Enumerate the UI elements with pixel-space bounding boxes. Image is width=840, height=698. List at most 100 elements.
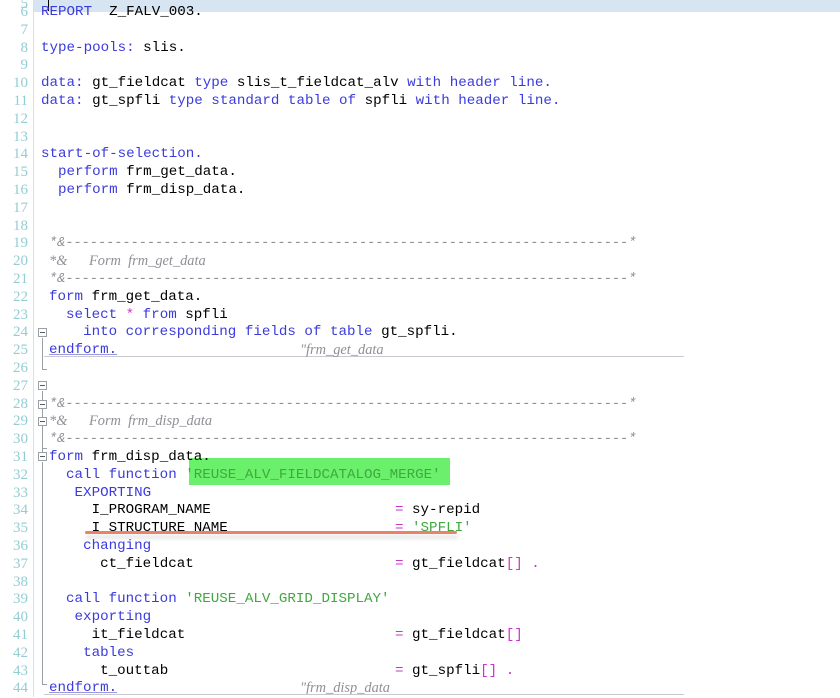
line-number: 44 — [13, 680, 28, 697]
code-line[interactable]: endform. — [49, 342, 117, 360]
identifier-token: t_outtab — [100, 662, 169, 679]
line-number: 33 — [13, 484, 28, 501]
line-number: 15 — [13, 164, 28, 181]
line-number: 11 — [13, 93, 28, 109]
keyword-token: from — [142, 306, 177, 323]
fold-toggle-icon[interactable] — [38, 417, 47, 426]
identifier-token: frm_disp_data. — [91, 449, 211, 465]
identifier-token: frm_get_data. — [126, 164, 237, 181]
assignment: = gt_fieldcat[] . — [395, 556, 540, 574]
identifier-token: it_fieldcat — [91, 627, 186, 643]
code-line-comment[interactable]: *&--------------------------------------… — [49, 235, 636, 253]
fold-toggle-icon[interactable] — [38, 399, 47, 409]
line-number: 38 — [13, 573, 28, 590]
code-line[interactable]: I_PROGRAM_NAME — [49, 502, 211, 520]
line-number: 31 — [13, 449, 28, 465]
keyword-token: exporting — [74, 609, 152, 626]
line-number: 18 — [13, 217, 28, 234]
identifier-token: frm_get_data. — [91, 288, 203, 305]
identifier-token: gt_fieldcat — [92, 75, 186, 92]
code-line[interactable]: endform. — [49, 680, 117, 698]
code-line[interactable]: it_fieldcat — [49, 627, 186, 645]
identifier-token: gt_spfli — [92, 93, 161, 109]
line-number: 29 — [13, 413, 28, 430]
string-token: 'REUSE_ALV_GRID_DISPLAY' — [185, 591, 390, 608]
line-number: 9 — [20, 57, 29, 74]
identifier-token: gt_spfli. — [381, 324, 458, 341]
identifier-token: ct_fieldcat — [100, 555, 194, 572]
code-line[interactable]: type-pools: slis. — [41, 40, 186, 58]
code-line[interactable]: data: gt_spfli type standard table of sp… — [41, 93, 560, 111]
line-number: 30 — [13, 431, 28, 448]
operator-token: = — [395, 502, 404, 519]
code-line[interactable]: ct_fieldcat — [49, 556, 194, 574]
line-number: 17 — [13, 199, 28, 216]
code-line-comment[interactable]: *& Form frm_disp_data — [49, 413, 212, 431]
code-line[interactable]: exporting — [49, 609, 152, 627]
code-line[interactable]: start-of-selection. — [41, 146, 203, 164]
code-line[interactable]: EXPORTING — [49, 484, 152, 503]
code-line[interactable]: changing — [49, 538, 151, 556]
code-line[interactable]: perform frm_get_data. — [41, 164, 237, 182]
code-line[interactable]: call function 'REUSE_ALV_FIELDCATALOG_ME… — [49, 467, 441, 485]
bracket-token: [] — [505, 627, 523, 643]
identifier-token: frm_disp_data. — [126, 182, 246, 198]
fold-toggle-icon[interactable] — [38, 328, 47, 337]
assignment: = gt_spfli[] . — [395, 663, 514, 681]
code-line[interactable]: select * from spfli — [49, 307, 228, 325]
code-line[interactable]: form frm_disp_data. — [49, 449, 211, 467]
operator-token: * — [125, 306, 135, 323]
line-number: 39 — [13, 591, 28, 608]
code-line[interactable]: into corresponding fields of table gt_sp… — [49, 324, 458, 342]
identifier-token: slis_t_fieldcat_alv — [236, 75, 399, 92]
annotation-underline-shadow — [86, 535, 458, 539]
code-line[interactable]: REPORT Z_FALV_003. — [41, 4, 203, 22]
annotation-underline — [85, 531, 457, 534]
value-token: sy-repid — [412, 502, 481, 519]
code-line[interactable]: t_outtab — [49, 663, 168, 681]
fold-toggle-icon[interactable] — [38, 452, 47, 461]
code-line-comment[interactable]: *&--------------------------------------… — [49, 396, 636, 414]
keyword-token: EXPORTING — [74, 484, 152, 501]
code-line[interactable]: perform frm_disp_data. — [41, 182, 245, 200]
code-line-comment[interactable]: *&--------------------------------------… — [49, 431, 636, 449]
assignment: = sy-repid — [395, 502, 480, 520]
fold-toggle-icon[interactable] — [38, 381, 47, 390]
operator-token: = — [395, 555, 404, 572]
code-line-comment[interactable]: *& Form frm_get_data — [49, 253, 206, 271]
keyword-token: perform — [58, 164, 118, 181]
bracket-token: [] — [480, 662, 498, 679]
line-number: 28 — [13, 395, 28, 412]
line-number: 42 — [13, 644, 28, 661]
code-line-comment[interactable]: *&--------------------------------------… — [49, 271, 636, 289]
code-line[interactable]: form frm_get_data. — [49, 289, 202, 307]
string-token: 'REUSE_ALV_FIELDCATALOG_MERGE' — [185, 466, 441, 483]
line-number: 8 — [20, 39, 29, 56]
code-line[interactable]: call function 'REUSE_ALV_GRID_DISPLAY' — [49, 591, 390, 609]
code-line[interactable]: tables — [49, 645, 134, 663]
code-line[interactable]: data: gt_fieldcat type slis_t_fieldcat_a… — [41, 75, 552, 93]
code-editor[interactable]: 5 6 7 8 9 10 11 12 13 14 15 16 17 18 19 … — [0, 0, 840, 697]
line-number: 7 — [20, 21, 29, 38]
